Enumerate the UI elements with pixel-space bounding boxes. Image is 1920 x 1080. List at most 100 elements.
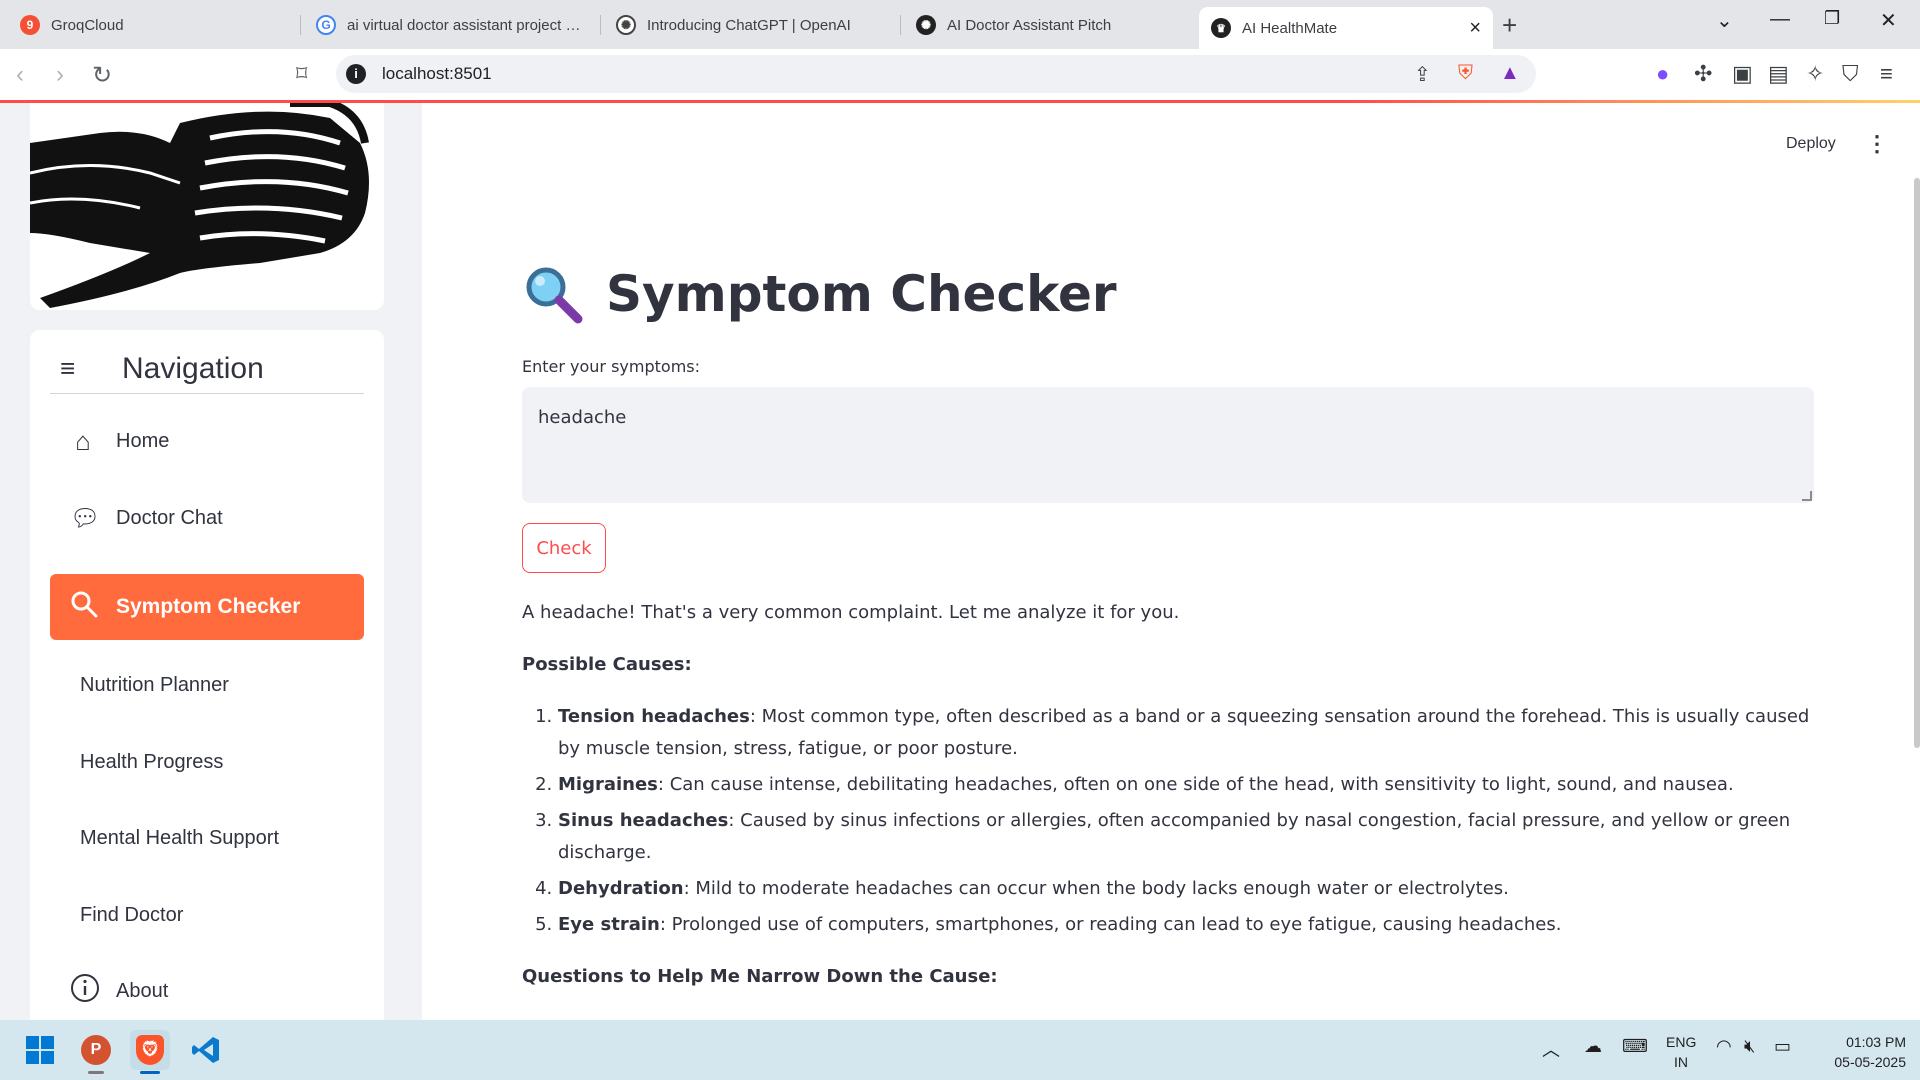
nav-item-about[interactable]: About [50, 958, 364, 1020]
vscode-icon [192, 1037, 219, 1063]
share-icon[interactable]: ⇪ [1414, 62, 1431, 87]
tab-groqcloud[interactable]: 9 GroqCloud [8, 7, 298, 43]
cause-text: : Mild to moderate headaches can occur w… [683, 878, 1509, 899]
openai-icon: ✺ [616, 15, 636, 35]
windows-logo-icon [26, 1036, 54, 1064]
tab-pitch[interactable]: ✺ AI Doctor Assistant Pitch [904, 7, 1194, 43]
sidebar-toggle-icon[interactable]: ▣ [1732, 61, 1753, 87]
address-bar[interactable]: i localhost:8501 ⇪ ⛨ ▲ [336, 55, 1536, 93]
cause-term: Migraines [558, 774, 658, 795]
language-indicator[interactable]: ENG IN [1666, 1032, 1696, 1072]
volume-muted-icon[interactable]: 🔇︎ [1744, 1036, 1755, 1057]
resize-handle[interactable] [1802, 491, 1812, 501]
fist-logo-image [30, 103, 369, 308]
minimize-icon[interactable]: — [1770, 8, 1790, 31]
more-options-icon[interactable]: ⋮ [1866, 131, 1888, 157]
nav-item-find-doctor[interactable]: Find Doctor [50, 882, 364, 948]
sidebar: ≡ Navigation ⌂ Home 💬︎ Doctor Chat Sympt… [0, 103, 422, 1020]
tab-ai-healthmate[interactable]: ♛ AI HealthMate × [1199, 7, 1493, 49]
brave-shields-icon[interactable]: ⛨ [1458, 62, 1473, 85]
nav-item-symptom-checker[interactable]: Symptom Checker [50, 574, 364, 640]
start-button[interactable] [20, 1030, 60, 1070]
check-button[interactable]: Check [522, 523, 606, 573]
tab-search-icon[interactable]: ⌄ [1716, 8, 1733, 33]
onedrive-icon[interactable]: ☁ [1584, 1036, 1602, 1057]
browser-toolbar: ‹ › ↻ ⌑ i localhost:8501 ⇪ ⛨ ▲ ● ✣ ▣ ▤ ✧… [0, 49, 1920, 100]
causes-heading: Possible Causes: [522, 654, 692, 675]
ai-response: A headache! That's a very common complai… [522, 597, 1814, 1065]
brave-browser-app[interactable]: 🦁︎ [130, 1030, 170, 1074]
search-icon [70, 590, 98, 625]
brave-icon: 🦁︎ [136, 1035, 164, 1065]
magnifying-glass-icon [526, 267, 583, 324]
url-text[interactable]: localhost:8501 [382, 64, 492, 84]
close-tab-icon[interactable]: × [1469, 17, 1481, 40]
forward-icon[interactable]: › [56, 61, 64, 89]
leo-sparkle-icon[interactable]: ✧ [1806, 61, 1824, 87]
brave-rewards-icon[interactable]: ▲ [1500, 62, 1520, 85]
nav-item-label: Mental Health Support [80, 826, 280, 849]
windows-taskbar: P 🦁︎ ︿ ☁ ⌨ ENG IN ◠ 🔇︎ ▭ 01:03 PM 05-05-… [0, 1020, 1920, 1080]
tab-divider [300, 15, 301, 35]
site-info-icon[interactable]: i [346, 64, 366, 84]
main-content: Deploy ⋮ Symptom Checker Enter your symp… [422, 103, 1920, 1039]
cause-term: Dehydration [558, 878, 684, 899]
page-title-text: Symptom Checker [606, 265, 1117, 323]
vscode-app[interactable] [186, 1030, 226, 1070]
cause-term: Eye strain [558, 914, 660, 935]
powerpoint-app[interactable]: P [76, 1030, 116, 1074]
system-clock[interactable]: 01:03 PM 05-05-2025 [1816, 1032, 1906, 1072]
nav-item-label: Health Progress [80, 750, 224, 773]
chat-bubble-icon: 💬︎ [70, 504, 101, 532]
tab-openai[interactable]: ✺ Introducing ChatGPT | OpenAI [604, 7, 894, 43]
show-hidden-icons[interactable]: ︿ [1542, 1036, 1560, 1062]
cause-term: Tension headaches [558, 706, 750, 727]
nav-item-home[interactable]: ⌂ Home [50, 408, 364, 474]
tab-title: GroqCloud [51, 16, 124, 34]
list-item: Tension headaches: Most common type, oft… [558, 701, 1814, 765]
leo-ai-icon[interactable]: ● [1656, 61, 1669, 87]
nav-item-label: Home [116, 429, 170, 452]
reload-icon[interactable]: ↻ [92, 61, 112, 90]
extensions-icon[interactable]: ✣ [1694, 61, 1712, 87]
wifi-icon[interactable]: ◠ [1716, 1036, 1732, 1057]
openai-icon: ✺ [916, 15, 936, 35]
deploy-button[interactable]: Deploy [1786, 135, 1836, 153]
menu-icon[interactable]: ≡ [1880, 61, 1893, 87]
symptoms-textarea[interactable]: headache [522, 387, 1814, 503]
close-window-icon[interactable]: ✕ [1880, 8, 1897, 33]
scrollbar[interactable] [1914, 178, 1920, 748]
tab-google-search[interactable]: G ai virtual doctor assistant project pp [304, 7, 594, 43]
wallet-icon[interactable]: ▤ [1768, 61, 1789, 87]
clock-time: 01:03 PM [1846, 1034, 1906, 1050]
page-title: Symptom Checker [522, 263, 1117, 325]
nav-item-nutrition-planner[interactable]: Nutrition Planner [50, 652, 364, 718]
hamburger-icon[interactable]: ≡ [60, 353, 100, 384]
navigation-header: ≡ Navigation [50, 344, 364, 394]
groqcloud-favicon: 9 [20, 15, 40, 35]
keyboard-icon[interactable]: ⌨ [1622, 1036, 1648, 1057]
tab-title: ai virtual doctor assistant project pp [347, 16, 582, 34]
causes-list: Tension headaches: Most common type, oft… [522, 701, 1814, 941]
nav-item-doctor-chat[interactable]: 💬︎ Doctor Chat [50, 485, 364, 551]
vpn-icon[interactable]: ⛉ [1842, 61, 1859, 87]
house-icon: ⌂ [75, 425, 91, 456]
nav-item-health-progress[interactable]: Health Progress [50, 729, 364, 795]
navigation-menu: ≡ Navigation ⌂ Home 💬︎ Doctor Chat Sympt… [30, 330, 384, 1020]
back-icon[interactable]: ‹ [16, 61, 24, 89]
cause-text: : Prolonged use of computers, smartphone… [659, 914, 1562, 935]
cause-text: : Can cause intense, debilitating headac… [657, 774, 1734, 795]
tab-divider [900, 15, 901, 35]
bookmark-icon[interactable]: ⌑ [296, 61, 307, 87]
tab-title: Introducing ChatGPT | OpenAI [647, 16, 851, 34]
list-item: Dehydration: Mild to moderate headaches … [558, 873, 1814, 905]
symptoms-input-value[interactable]: headache [538, 407, 626, 428]
browser-tab-strip: 9 GroqCloud G ai virtual doctor assistan… [0, 0, 1920, 49]
battery-icon[interactable]: ▭ [1774, 1036, 1791, 1057]
new-tab-icon[interactable]: + [1502, 10, 1517, 41]
nav-item-label: Find Doctor [80, 903, 184, 926]
nav-item-label: Nutrition Planner [80, 673, 229, 696]
clock-date: 05-05-2025 [1834, 1054, 1906, 1070]
nav-item-mental-health-support[interactable]: Mental Health Support [50, 805, 364, 871]
restore-icon[interactable]: ❐ [1824, 8, 1840, 29]
